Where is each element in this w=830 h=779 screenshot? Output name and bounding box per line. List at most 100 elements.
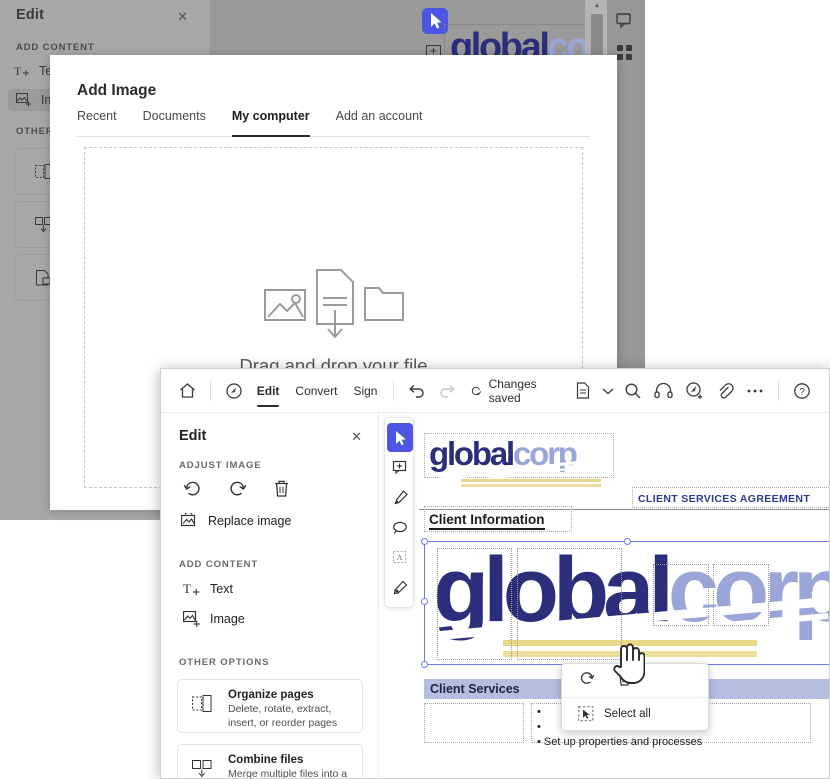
card-organize-pages-title: Organize pages (228, 689, 314, 701)
card-combine-files[interactable]: Combine files Merge multiple files into … (177, 744, 363, 779)
svg-text:T: T (183, 581, 191, 596)
redo-icon (438, 380, 456, 402)
hand-pointer-cursor (613, 643, 645, 684)
replace-image-button[interactable]: Replace image (181, 513, 291, 529)
table-cell-1 (424, 703, 524, 743)
menu-sign[interactable]: Sign (345, 369, 385, 413)
image-add-icon (16, 93, 31, 107)
add-text-button[interactable]: T Text (183, 580, 233, 598)
help-icon[interactable]: ? (793, 380, 811, 402)
add-image-button[interactable]: Image (183, 611, 245, 627)
adjust-image-actions (183, 479, 290, 501)
resize-handle-n[interactable] (624, 538, 631, 545)
image-add-icon (183, 611, 200, 627)
text-box-icon[interactable]: A (387, 543, 413, 572)
scroll-up-arrow-icon[interactable]: ▲ (593, 2, 601, 10)
agreement-title: CLIENT SERVICES AGREEMENT (638, 493, 811, 505)
dialog-tabs: Recent Documents My computer Add an acco… (77, 109, 590, 137)
dropzone-illustration (263, 269, 404, 339)
toolbar-divider-3 (778, 380, 780, 401)
pdf-page[interactable]: globalcorp CLIENT SERVICES AGREEMENT Cli… (419, 413, 829, 778)
sync-check-icon (472, 386, 482, 395)
headphones-icon[interactable] (654, 380, 673, 402)
add-image-label: Image (210, 612, 245, 626)
table-band-label: Client Services (430, 682, 520, 696)
tab-recent[interactable]: Recent (77, 109, 117, 136)
svg-text:A: A (396, 553, 402, 562)
section-adjust-image: ADJUST IMAGE (179, 460, 262, 471)
ocr-bounds-1 (437, 548, 512, 660)
select-all-icon (578, 706, 594, 722)
organize-pages-icon (192, 695, 212, 712)
apps-grid-icon[interactable] (616, 44, 634, 67)
background-panel-title: Edit (16, 7, 45, 23)
view-mode-icon[interactable] (225, 380, 243, 402)
rotate-left-icon[interactable] (183, 479, 202, 501)
svg-text:T: T (14, 64, 22, 78)
section-add-content: ADD CONTENT (179, 559, 259, 570)
foreground-app-window: Edit Convert Sign Changes saved ? Edit ✕… (160, 368, 830, 779)
search-icon[interactable] (624, 380, 642, 402)
add-text-label: Text (210, 582, 233, 596)
replace-image-icon (181, 513, 196, 527)
bullet-text: Set up properties and processes (543, 736, 703, 748)
toolbar-divider-1 (210, 380, 211, 401)
toolbar-divider-2 (393, 380, 395, 401)
svg-text:?: ? (799, 387, 805, 398)
section-heading: Client Information (429, 512, 545, 530)
app-toolbar: Edit Convert Sign Changes saved ? (161, 369, 829, 413)
logo-underline-2 (461, 484, 601, 487)
resize-handle-sw[interactable] (421, 661, 428, 668)
bullet-item-visible: • Set up properties and processes (537, 736, 703, 748)
tab-my-computer[interactable]: My computer (231, 109, 310, 137)
annotation-toolbar: A (384, 417, 414, 608)
resize-handle-nw[interactable] (421, 538, 428, 545)
card-combine-files-subtitle: Merge multiple files into a (228, 768, 348, 779)
comment-panel-icon[interactable] (616, 12, 635, 36)
attachment-icon[interactable] (716, 380, 734, 402)
context-menu-item-select-all[interactable]: Select all (562, 698, 708, 730)
save-status-label: Changes saved (488, 376, 537, 405)
more-options-icon[interactable] (746, 380, 764, 402)
menu-convert[interactable]: Convert (287, 369, 345, 413)
logo-underline-1 (461, 479, 601, 482)
tab-documents[interactable]: Documents (143, 109, 206, 136)
text-add-icon: T (183, 581, 200, 596)
background-section-add-content: ADD CONTENT (16, 42, 95, 53)
card-organize-pages[interactable]: Organize pages Delete, rotate, extract, … (177, 679, 363, 733)
document-icon[interactable] (575, 380, 591, 402)
menu-edit[interactable]: Edit (249, 369, 288, 413)
resize-handle-w[interactable] (421, 598, 428, 605)
edit-panel: Edit ✕ ADJUST IMAGE Replace image ADD CO… (161, 413, 379, 778)
highlighter-icon[interactable] (387, 483, 413, 512)
card-organize-pages-subtitle: Delete, rotate, extract, insert, or reor… (228, 703, 338, 730)
ocr-bounds-2 (517, 548, 622, 660)
header-logo-primary: global (429, 435, 515, 472)
add-comment-icon[interactable] (387, 453, 413, 482)
home-icon[interactable] (179, 380, 196, 402)
combine-files-icon (192, 760, 212, 778)
close-icon[interactable]: ✕ (177, 9, 188, 25)
replace-image-label: Replace image (208, 514, 292, 528)
undo-icon[interactable] (408, 380, 426, 402)
folder-icon (363, 287, 404, 321)
delete-icon[interactable] (273, 479, 290, 501)
chevron-down-icon[interactable] (600, 380, 616, 402)
draw-icon[interactable] (387, 573, 413, 602)
card-combine-files-title: Combine files (228, 754, 304, 766)
text-add-icon: T (14, 64, 29, 78)
dialog-title: Add Image (77, 82, 157, 99)
ocr-bounds-3 (653, 564, 709, 626)
ocr-bounds-4 (713, 564, 769, 626)
rotate-right-icon[interactable] (579, 670, 595, 691)
rotate-right-icon[interactable] (228, 479, 247, 501)
add-comment-person-icon[interactable] (685, 380, 704, 402)
lasso-icon[interactable] (387, 513, 413, 542)
document-viewport: A globalcorp CLIENT SERVICES AGREEMENT C… (379, 413, 829, 778)
select-all-label: Select all (604, 708, 651, 720)
close-icon[interactable]: ✕ (351, 429, 362, 445)
save-status: Changes saved (462, 369, 557, 413)
tab-add-an-account[interactable]: Add an account (336, 109, 423, 136)
image-icon (263, 289, 306, 321)
select-cursor-icon[interactable] (387, 423, 413, 452)
